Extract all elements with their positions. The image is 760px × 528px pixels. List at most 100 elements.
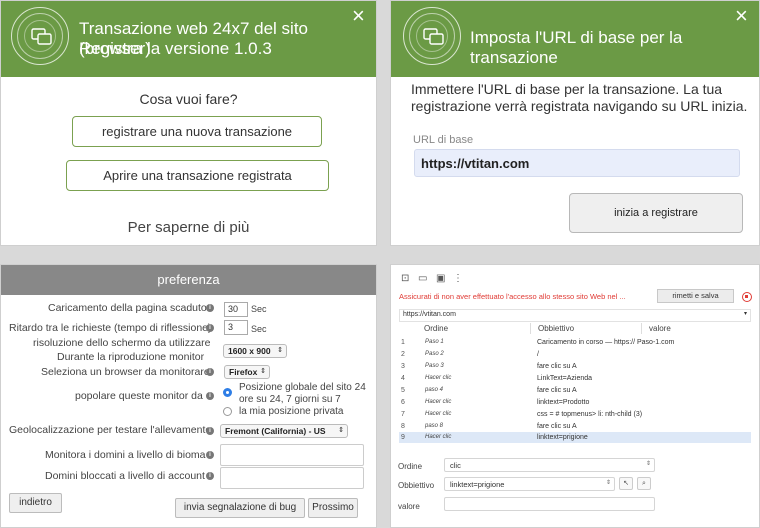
step-command: Hacer clic [425, 434, 452, 440]
base-url-dialog: Imposta l'URL di base per la transazione… [390, 0, 760, 246]
app-logo-icon [11, 7, 69, 65]
find-icon[interactable]: ⌕ [637, 477, 651, 490]
start-recording-button[interactable]: inizia a registrare [569, 193, 743, 233]
monitor-domains-input[interactable] [220, 444, 364, 466]
select-arrows-icon: ⇕ [260, 368, 266, 375]
chevron-down-icon: ▾ [743, 311, 747, 317]
info-icon[interactable]: i [206, 472, 214, 480]
delay-unit: Sec [251, 324, 267, 334]
step-target: / [537, 351, 539, 358]
app-logo-icon [403, 7, 461, 65]
private-location-text: la mia posizione privata [239, 406, 344, 417]
delay-input[interactable]: 3 [224, 320, 248, 335]
next-button[interactable]: Prossimo [308, 498, 358, 518]
select-target-icon[interactable]: ↖ [619, 477, 633, 490]
table-row[interactable]: 3 Paso 3 fare clic su A [399, 361, 751, 372]
table-row[interactable]: 5 paso 4 fare clic su A [399, 385, 751, 396]
send-bug-report-button[interactable]: invia segnalazione di bug [175, 498, 305, 518]
select-arrows-icon: ⇕ [605, 480, 611, 486]
steps-editor-panel: ⊡ ▭ ▣ ⋮ Assicurati di non aver effettuat… [390, 264, 760, 528]
target-select[interactable]: linktext=prigione ⇕ [444, 477, 615, 491]
step-number: 7 [401, 411, 405, 418]
geo-label: Geolocalizzazione per testare l'allevame… [9, 424, 212, 436]
col-target-header: Obbiettivo [538, 324, 575, 333]
replay-and-save-button[interactable]: rimetti e salva [657, 289, 734, 303]
target-label: Obbiettivo [398, 481, 435, 490]
step-command: Hacer clic [425, 399, 452, 405]
step-command: paso 8 [425, 423, 444, 429]
value-input[interactable] [444, 497, 655, 511]
base-url-label: URL di base [413, 134, 474, 146]
step-command: Hacer clic [425, 411, 452, 417]
table-row[interactable]: 4 Hacer clic LinkText=Azienda [399, 373, 751, 384]
column-divider [530, 323, 531, 334]
private-location-radio[interactable] [223, 407, 232, 416]
table-row-selected[interactable]: 9 Hacer clic linktext=prigione [399, 432, 751, 443]
geo-select[interactable]: Fremont (California) - US ⇕ [220, 424, 348, 438]
record-new-transaction-button[interactable]: registrare una nuova transazione [72, 116, 322, 147]
info-icon[interactable]: i [206, 451, 214, 459]
order-label: Ordine [398, 462, 423, 471]
table-row[interactable]: 6 Hacer clic linktext=Prodotto [399, 397, 751, 408]
step-target: fare clic su A [537, 423, 577, 430]
info-icon[interactable]: i [206, 392, 214, 400]
step-number: 9 [401, 434, 405, 441]
select-arrows-icon: ⇕ [645, 461, 651, 467]
preferences-header: preferenza [1, 265, 376, 295]
info-icon[interactable]: i [206, 324, 214, 332]
column-divider [641, 323, 642, 334]
dialog-header: Transazione web 24x7 del sito (browser) … [1, 1, 376, 77]
step-number: 2 [401, 351, 405, 358]
instruction-text: Immettere l'URL di base per la transazio… [411, 81, 748, 114]
base-url-input[interactable]: https://vtitan.com [414, 149, 740, 177]
info-icon[interactable]: i [206, 427, 214, 435]
order-select[interactable]: clic ⇕ [444, 458, 655, 472]
stop-record-icon[interactable] [742, 292, 752, 302]
timeout-unit: Sec [251, 304, 267, 314]
question-text: Cosa vuoi fare? [139, 91, 238, 107]
record-transaction-dialog: Transazione web 24x7 del sito (browser) … [0, 0, 377, 246]
timeout-input[interactable]: 30 [224, 302, 248, 317]
table-row[interactable]: 1 Paso 1 Caricamento in corso — https:// P… [399, 337, 751, 348]
step-number: 8 [401, 423, 405, 430]
new-file-icon[interactable]: ⊡ [401, 273, 409, 284]
url-bar[interactable]: https://vtitan.com ▾ [399, 309, 751, 322]
global-location-text-2: ore su 24, 7 giorni su 7 [239, 394, 341, 405]
dialog-header: Imposta l'URL di base per la transazione… [391, 1, 759, 77]
step-number: 5 [401, 387, 405, 394]
select-arrows-icon: ⇕ [277, 347, 283, 354]
resolution-value: 1600 x 900 [228, 346, 271, 356]
resolution-label: risoluzione dello schermo da utilizzare [33, 337, 211, 349]
info-icon[interactable]: i [206, 368, 214, 376]
table-row[interactable]: 7 Hacer clic css = # topmenus> li: nth-chi… [399, 409, 751, 420]
more-menu-icon[interactable]: ⋮ [453, 273, 463, 284]
blocked-domains-label: Domini bloccati a livello di account [45, 470, 205, 482]
step-target: fare clic su A [537, 387, 577, 394]
back-button[interactable]: indietro [9, 493, 62, 513]
url-text: https://vtitan.com [403, 311, 456, 318]
dialog-title: Imposta l'URL di base per la transazione [470, 28, 683, 67]
global-location-radio[interactable] [223, 388, 232, 397]
close-icon[interactable]: × [352, 5, 365, 27]
info-icon[interactable]: i [206, 304, 214, 312]
folder-icon[interactable]: ▭ [418, 273, 427, 284]
value-label: valore [398, 502, 420, 511]
step-target: linktext=prigione [537, 434, 588, 441]
browser-value: Firefox [229, 367, 258, 377]
login-warning: Assicurati di non aver effettuato l'acce… [399, 292, 626, 301]
blocked-domains-input[interactable] [220, 467, 364, 489]
screen-record-icon [31, 28, 52, 45]
save-icon[interactable]: ▣ [436, 273, 445, 284]
delay-label: Ritardo tra le richieste (tempo di rifle… [9, 322, 212, 334]
step-target: LinkText=Azienda [537, 375, 593, 382]
resolution-label-2: Durante la riproduzione monitor [57, 351, 205, 363]
col-order-header: Ordine [424, 324, 449, 333]
open-recorded-transaction-button[interactable]: Aprire una transazione registrata [66, 160, 329, 191]
close-icon[interactable]: × [735, 5, 748, 27]
learn-more-link[interactable]: Per saperne di più [1, 219, 376, 236]
step-command: Paso 3 [425, 363, 444, 369]
table-row[interactable]: 2 Paso 2 / [399, 349, 751, 360]
table-row[interactable]: 8 paso 8 fare clic su A [399, 421, 751, 432]
resolution-select[interactable]: 1600 x 900 ⇕ [223, 344, 287, 358]
browser-select[interactable]: Firefox ⇕ [224, 365, 270, 379]
